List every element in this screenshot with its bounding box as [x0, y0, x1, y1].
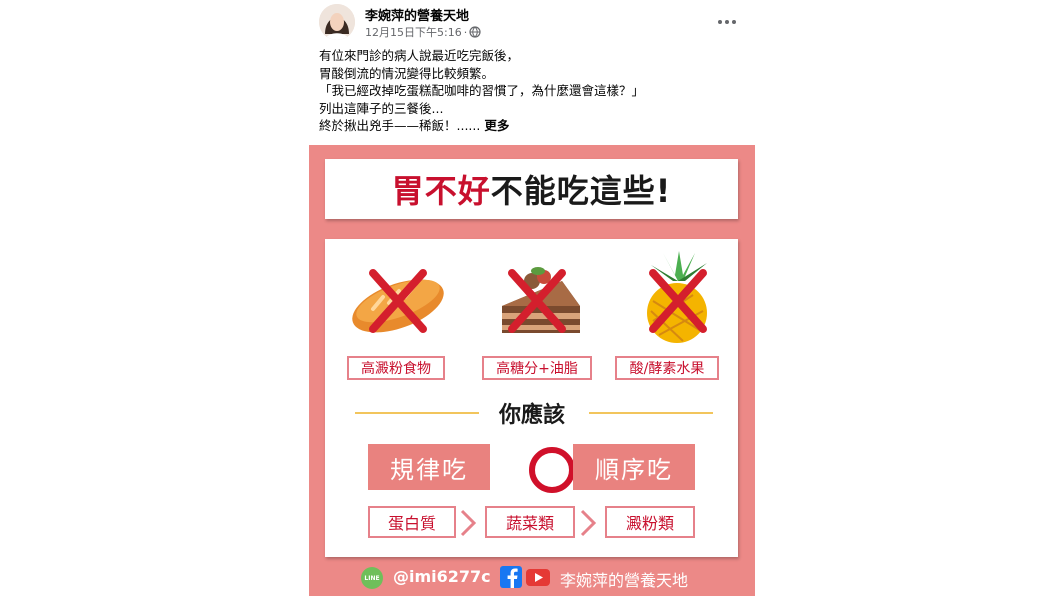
step-box: 蔬菜類 [485, 506, 575, 538]
infographic-footer: LINE @imi6277c 李婉萍的營養天地 [309, 563, 755, 593]
food-tag: 高澱粉食物 [347, 356, 445, 380]
footer-page-name: 李婉萍的營養天地 [560, 571, 689, 590]
cake-icon [482, 251, 592, 346]
caption-line-text: 終於揪出兇手——稀飯！...... [319, 118, 481, 133]
food-tag: 酸/酵素水果 [615, 356, 719, 380]
avatar[interactable] [319, 4, 355, 40]
circle-icon [529, 447, 575, 493]
line-id: @imi6277c [393, 567, 491, 586]
content-panel: 高澱粉食物 高糖分+油脂 酸/酵素水果 你應該 規律吃 順序吃 蛋白質 蔬菜類 … [325, 239, 738, 557]
youtube-icon [526, 569, 550, 586]
chevron-right-icon [460, 509, 477, 537]
line-icon: LINE [361, 567, 383, 589]
see-more-link[interactable]: 更多 [484, 118, 509, 133]
title-black-text: 不能吃這些! [490, 172, 672, 210]
caption-line: 列出這陣子的三餐後... [319, 100, 444, 116]
food-tag: 高糖分+油脂 [482, 356, 592, 380]
more-options-icon[interactable] [715, 12, 739, 32]
bread-icon [343, 251, 453, 346]
step-box: 澱粉類 [605, 506, 695, 538]
caption-line: 「我已經改掉吃蛋糕配咖啡的習慣了，為什麼還會這樣？」 [319, 83, 645, 98]
caption-line: 有位來門診的病人說最近吃完飯後， [319, 48, 520, 63]
pineapple-icon [623, 251, 733, 346]
post-image[interactable]: 胃不好 不能吃這些! 高澱粉食物 高糖分+油脂 酸/酵素水果 你應該 規律吃 順… [309, 145, 755, 596]
facebook-icon [500, 566, 522, 588]
caption-line: 終於揪出兇手——稀飯！...... 更多 [319, 117, 749, 135]
step-box: 蛋白質 [368, 506, 456, 538]
separator-dot: · [463, 25, 468, 39]
line-icon-label: LINE [364, 574, 380, 582]
post-meta: 12月15日下午5:16 · [365, 24, 481, 40]
title-red-text: 胃不好 [391, 172, 491, 210]
page-name-link[interactable]: 李婉萍的營養天地 [365, 5, 469, 24]
post-caption: 有位來門診的病人說最近吃完飯後， 胃酸倒流的情況變得比較頻繁。 「我已經改掉吃蛋… [319, 47, 749, 135]
chevron-right-icon [580, 509, 597, 537]
caption-line: 胃酸倒流的情況變得比較頻繁。 [319, 65, 495, 81]
section-title: 你應該 [498, 403, 565, 428]
post-timestamp[interactable]: 12月15日下午5:16 [365, 24, 462, 40]
action-box: 規律吃 [368, 444, 490, 490]
globe-icon [469, 26, 481, 38]
facebook-post: 李婉萍的營養天地 12月15日下午5:16 · 有位來門診的病人說最近吃完飯後，… [305, 0, 760, 596]
section-heading: 你應該 [349, 397, 715, 428]
infographic-title: 胃不好 不能吃這些! [325, 159, 738, 219]
action-box: 順序吃 [573, 444, 695, 490]
